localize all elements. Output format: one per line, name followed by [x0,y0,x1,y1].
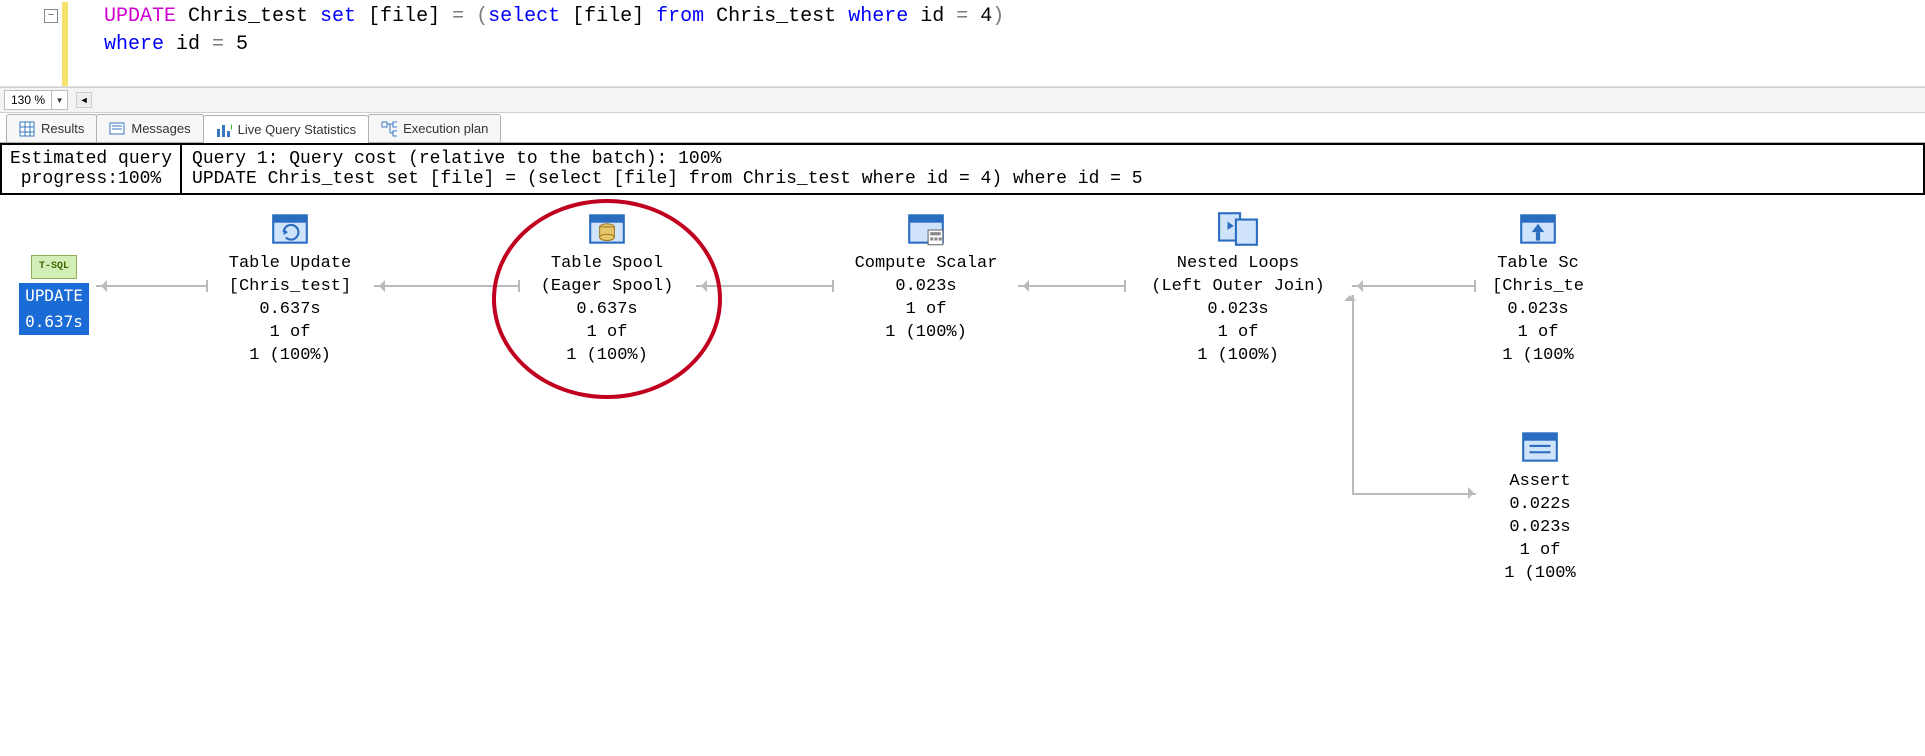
node-time: 0.637s [210,299,370,322]
node-title: Table Spool [522,253,692,276]
plan-arrow [374,285,520,287]
root-label: UPDATE [19,283,89,309]
query-info-box: Query 1: Query cost (relative to the bat… [182,145,1923,193]
node-rows: 1 of [1128,322,1348,345]
node-subtitle: [Chris_test] [210,276,370,299]
tab-label: Results [41,121,84,136]
sql-editor[interactable]: − UPDATE Chris_test set [file] = (select… [0,0,1925,87]
zoom-dropdown[interactable]: 130 % ▼ [4,90,68,110]
zoom-value: 130 % [5,93,51,107]
query-stats-header: Estimated query progress:100% Query 1: Q… [0,143,1925,195]
plan-node-nested-loops[interactable]: Nested Loops (Left Outer Join) 0.023s 1 … [1128,211,1348,368]
plan-arrow [96,285,208,287]
horizontal-scrollbar[interactable]: ◄ [76,92,1925,108]
node-rows: 1 of [210,322,370,345]
code-area[interactable]: UPDATE Chris_test set [file] = (select [… [68,2,1925,86]
root-time: 0.637s [19,309,89,335]
chevron-down-icon[interactable]: ▼ [51,91,67,109]
plan-arrow [1352,493,1476,495]
node-rows-pct: 1 (100% [1478,345,1598,368]
live-stats-icon [216,122,232,138]
plan-arrow [1352,295,1354,495]
grid-icon [19,121,35,137]
node-title: Table Update [210,253,370,276]
keyword-set: set [320,5,356,28]
node-time: 0.022s [1480,494,1600,517]
tab-messages[interactable]: Messages [96,114,203,142]
keyword-select: select [488,5,560,28]
table-update-icon [269,211,311,247]
node-rows: 1 of [1478,322,1598,345]
plan-node-assert[interactable]: Assert 0.022s 0.023s 1 of 1 (100% [1480,429,1600,586]
zoom-bar: 130 % ▼ ◄ [0,87,1925,113]
node-title: Table Sc [1478,253,1598,276]
node-rows: 1 of [522,322,692,345]
node-subtitle: [Chris_te [1478,276,1598,299]
nested-loops-icon [1217,211,1259,247]
tab-label: Messages [131,121,190,136]
tab-execution-plan[interactable]: Execution plan [368,114,501,142]
plan-arrowhead [1344,289,1356,301]
node-time: 0.023s [1128,299,1348,322]
keyword-where: where [848,5,908,28]
node-rows-pct: 1 (100%) [836,322,1016,345]
tab-label: Execution plan [403,121,488,136]
compute-scalar-icon [905,211,947,247]
tab-live-query-statistics[interactable]: Live Query Statistics [203,115,370,143]
code-line-2[interactable]: where id = 5 [68,30,1925,58]
plan-icon [381,121,397,137]
node-title: Nested Loops [1128,253,1348,276]
plan-arrow [1018,285,1126,287]
node-rows-pct: 1 (100%) [522,345,692,368]
table-scan-icon [1517,211,1559,247]
plan-node-table-scan[interactable]: Table Sc [Chris_te 0.023s 1 of 1 (100% [1478,211,1598,368]
tab-label: Live Query Statistics [238,122,357,137]
plan-node-table-update[interactable]: Table Update [Chris_test] 0.637s 1 of 1 … [210,211,370,368]
spool-icon [586,211,628,247]
code-line-1[interactable]: UPDATE Chris_test set [file] = (select [… [68,2,1925,30]
plan-arrowhead [1468,487,1480,499]
node-subtitle: (Left Outer Join) [1128,276,1348,299]
node-title: Compute Scalar [836,253,1016,276]
fold-collapse-icon[interactable]: − [44,9,58,23]
node-time: 0.023s [1478,299,1598,322]
node-rows: 1 of [1480,540,1600,563]
scroll-left-icon[interactable]: ◄ [76,92,92,108]
execution-plan-canvas[interactable]: T-SQL UPDATE 0.637s Table Update [Chris_… [0,195,1925,715]
plan-node-compute-scalar[interactable]: Compute Scalar 0.023s 1 of 1 (100%) [836,211,1016,345]
node-rows-pct: 1 (100% [1480,563,1600,586]
node-rows: 1 of [836,299,1016,322]
results-tabs: Results Messages Live Query Statistics E… [0,113,1925,143]
editor-gutter: − [0,2,62,86]
plan-root-update[interactable]: T-SQL UPDATE 0.637s [14,255,94,336]
tsql-icon: T-SQL [31,255,77,279]
message-icon [109,121,125,137]
assert-icon [1519,429,1561,465]
plan-node-table-spool[interactable]: Table Spool (Eager Spool) 0.637s 1 of 1 … [522,211,692,368]
node-time: 0.637s [522,299,692,322]
node-time: 0.023s [836,276,1016,299]
node-title: Assert [1480,471,1600,494]
keyword-update: UPDATE [104,5,176,28]
keyword-where: where [104,33,164,56]
node-subtitle: (Eager Spool) [522,276,692,299]
progress-box: Estimated query progress:100% [2,145,182,193]
plan-arrow [696,285,834,287]
node-rows-pct: 1 (100%) [210,345,370,368]
keyword-from: from [656,5,704,28]
node-rows-pct: 1 (100%) [1128,345,1348,368]
node-time2: 0.023s [1480,517,1600,540]
plan-arrow [1352,285,1476,287]
tab-results[interactable]: Results [6,114,97,142]
